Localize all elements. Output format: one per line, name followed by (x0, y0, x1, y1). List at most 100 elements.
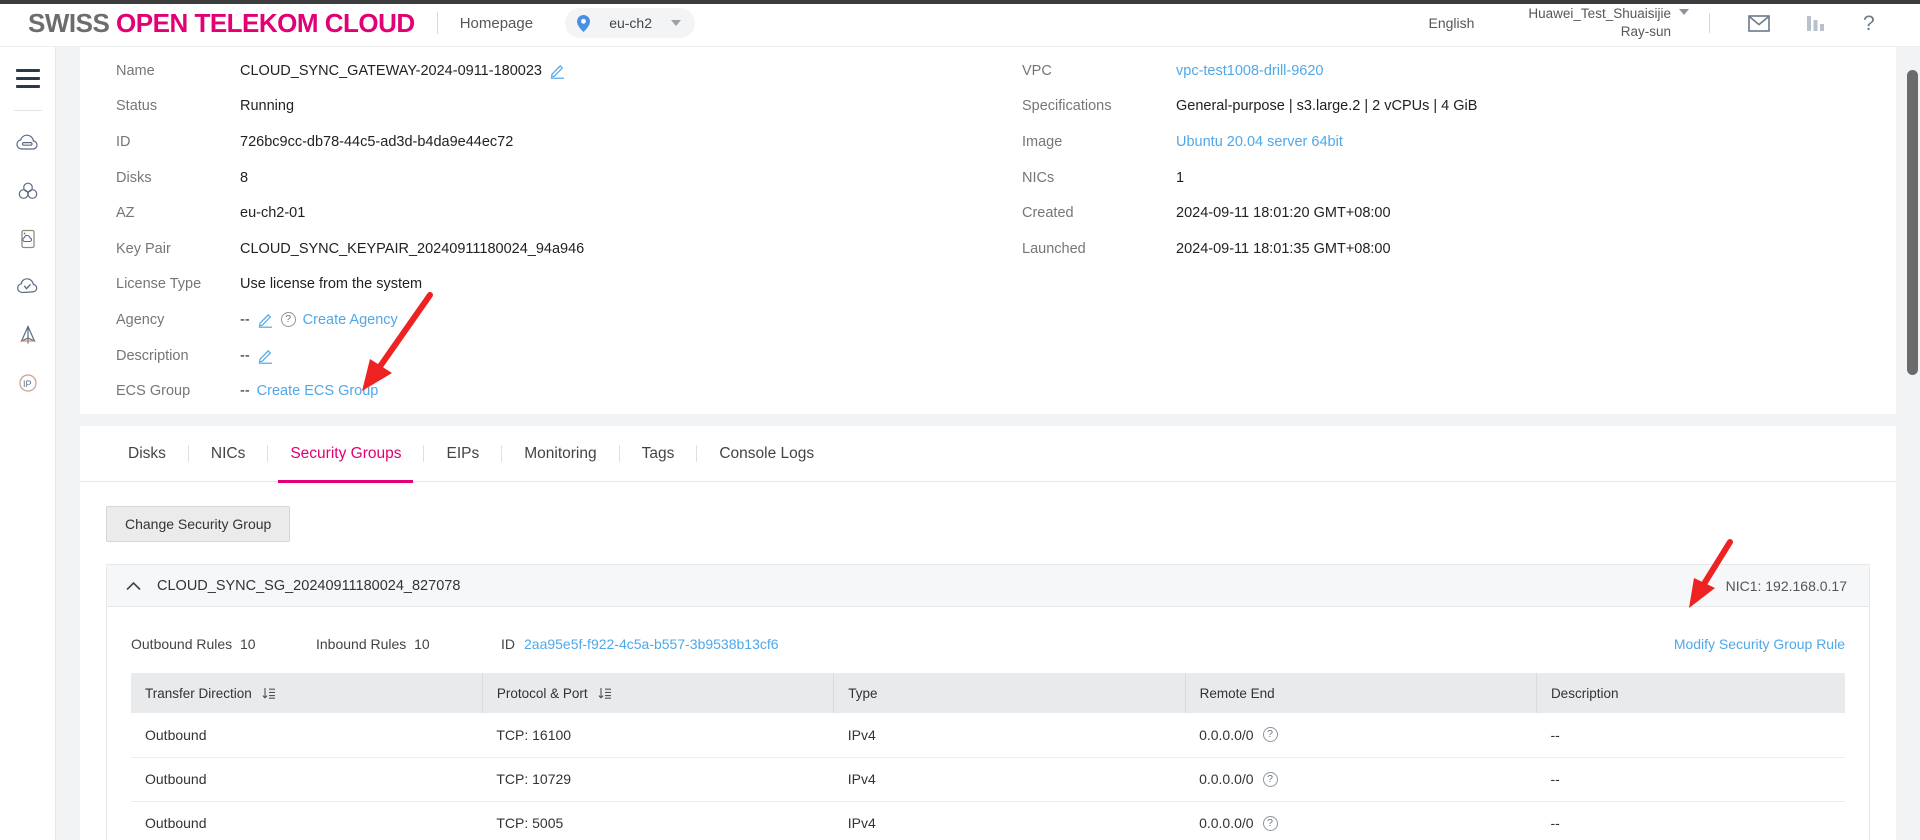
detail-value-text: General-purpose | s3.large.2 | 2 vCPUs |… (1176, 98, 1478, 115)
detail-label: ID (116, 133, 131, 150)
cell-protocol: TCP: 5005 (482, 801, 834, 840)
column-header-label: Transfer Direction (145, 685, 252, 701)
chevron-down-icon (671, 20, 682, 26)
detail-row: NICs 1 (1016, 160, 1896, 196)
column-header-inner: Remote End (1200, 686, 1522, 701)
column-header-label: Protocol & Port (496, 685, 588, 701)
edit-pencil-icon[interactable] (257, 311, 274, 329)
table-row[interactable]: Outbound TCP: 10729 IPv4 0.0.0.0/0? -- (131, 757, 1845, 802)
column-header[interactable]: Protocol & Port (482, 673, 835, 713)
tab-console-logs[interactable]: Console Logs (697, 426, 836, 482)
detail-value-text: CLOUD_SYNC_GATEWAY-2024-0911-180023 (240, 62, 542, 79)
detail-value[interactable]: Ubuntu 20.04 server 64bit (1176, 134, 1343, 150)
vertical-scrollbar-track[interactable] (1905, 47, 1920, 840)
security-group-meta: Outbound Rules 10 Inbound Rules 10 ID 2aa… (131, 627, 1845, 661)
cell-description: -- (1536, 713, 1845, 758)
sort-icon[interactable] (262, 687, 276, 700)
bar-chart-icon[interactable] (1806, 15, 1826, 32)
table-body: Outbound TCP: 16100 IPv4 0.0.0.0/0? -- Outbou… (131, 713, 1845, 840)
detail-value-link[interactable]: vpc-test1008-drill-9620 (1176, 63, 1324, 79)
column-header: Type (833, 673, 1186, 713)
outbound-rules-label: Outbound Rules (131, 636, 233, 652)
cell-direction: Outbound (131, 801, 483, 840)
cloud-server-icon[interactable] (6, 119, 50, 167)
cloud-cluster-icon[interactable] (6, 167, 50, 215)
help-question-icon[interactable]: ? (1862, 12, 1878, 34)
detail-value-link[interactable]: Ubuntu 20.04 server 64bit (1176, 134, 1343, 150)
account-menu[interactable]: Huawei_Test_Shuaisijie Ray-sun (1528, 5, 1689, 41)
detail-label: Image (1022, 133, 1063, 150)
hamburger-line (15, 69, 40, 72)
region-selector[interactable]: eu-ch2 (565, 8, 696, 38)
hamburger-line (15, 77, 40, 80)
detail-value-text: 726bc9cc-db78-44c5-ad3d-b4da9e44ec72 (240, 133, 514, 150)
detail-action-link[interactable]: Create Agency (303, 312, 398, 328)
detail-value-text: CLOUD_SYNC_KEYPAIR_20240911180024_94a946 (240, 240, 585, 257)
detail-value: -- Create ECS Group (240, 383, 378, 399)
hamburger-line (15, 85, 40, 88)
detail-value: 2024-09-11 18:01:35 GMT+08:00 (1176, 241, 1391, 257)
detail-action-link[interactable]: Create ECS Group (257, 383, 379, 399)
mail-icon[interactable] (1748, 14, 1770, 32)
detail-value: CLOUD_SYNC_GATEWAY-2024-0911-180023 (240, 62, 566, 80)
remote-end-wrap: 0.0.0.0/0? (1199, 771, 1522, 787)
cell-direction: Outbound (131, 713, 483, 758)
column-header: Description (1536, 673, 1845, 713)
instance-detail-card: Name CLOUD_SYNC_GATEWAY-2024-0911-180023 S… (80, 47, 1896, 414)
language-selector[interactable]: English (1428, 15, 1474, 31)
edit-pencil-icon[interactable] (257, 347, 274, 364)
tab-tags[interactable]: Tags (620, 426, 697, 482)
window-top-strip (0, 0, 1920, 4)
detail-label: Description (116, 347, 189, 364)
chevron-up-icon[interactable] (125, 578, 141, 594)
table-header-row: Transfer Direction Protocol & Port Type Rem… (131, 673, 1845, 713)
detail-label: Disks (116, 169, 152, 186)
cloud-network-icon[interactable] (6, 311, 50, 359)
cell-remote: 0.0.0.0/0? (1185, 713, 1537, 758)
column-header[interactable]: Transfer Direction (131, 673, 483, 713)
elastic-ip-icon[interactable]: IP (6, 359, 50, 407)
cloud-storage-icon[interactable] (6, 215, 50, 263)
edit-pencil-icon[interactable] (549, 62, 566, 80)
nic-label: NIC1: 192.168.0.17 (1725, 577, 1847, 594)
page-scroll-area: Name CLOUD_SYNC_GATEWAY-2024-0911-180023 S… (56, 47, 1920, 840)
detail-value[interactable]: vpc-test1008-drill-9620 (1176, 63, 1324, 79)
change-security-group-button[interactable]: Change Security Group (106, 506, 291, 542)
table-row[interactable]: Outbound TCP: 16100 IPv4 0.0.0.0/0? -- (131, 713, 1845, 758)
cell-direction: Outbound (131, 757, 483, 802)
detail-row: Created 2024-09-11 18:01:20 GMT+08:00 (1016, 195, 1896, 231)
tab-bar: Disks NICs Security Groups EIPs Monitoring Ta… (80, 426, 1896, 483)
vertical-scrollbar-thumb[interactable] (1907, 70, 1918, 375)
help-question-icon[interactable]: ? (280, 312, 296, 328)
security-group-header[interactable]: CLOUD_SYNC_SG_20240911180024_827078 NIC1… (107, 565, 1869, 607)
detail-value-text: eu-ch2-01 (240, 205, 306, 222)
detail-value: 2024-09-11 18:01:20 GMT+08:00 (1176, 205, 1391, 221)
table-row[interactable]: Outbound TCP: 5005 IPv4 0.0.0.0/0? -- (131, 801, 1845, 840)
region-name: eu-ch2 (609, 15, 652, 31)
help-question-icon[interactable]: ? (1262, 815, 1278, 831)
cell-description: -- (1536, 801, 1845, 840)
help-question-icon[interactable]: ? (1262, 727, 1278, 743)
cell-protocol: TCP: 16100 (482, 713, 834, 758)
modify-security-group-rule-link[interactable]: Modify Security Group Rule (1674, 636, 1845, 652)
detail-row: ECS Group -- Create ECS Group (80, 373, 988, 409)
tab-monitoring[interactable]: Monitoring (502, 426, 618, 482)
tab-security-groups[interactable]: Security Groups (268, 426, 423, 483)
help-question-icon[interactable]: ? (1262, 771, 1278, 787)
tab-eips[interactable]: EIPs (424, 426, 501, 482)
tab-nics[interactable]: NICs (189, 426, 267, 482)
sort-icon[interactable] (598, 687, 612, 700)
account-name-line2: Ray-sun (1620, 24, 1671, 39)
detail-grid: Name CLOUD_SYNC_GATEWAY-2024-0911-180023 S… (80, 47, 1896, 409)
detail-row: Status Running (80, 89, 988, 125)
hamburger-menu-icon[interactable] (15, 69, 40, 93)
remote-end-wrap: 0.0.0.0/0? (1199, 815, 1522, 831)
homepage-link[interactable]: Homepage (460, 15, 533, 32)
tab-disks[interactable]: Disks (106, 426, 188, 482)
security-group-id-value[interactable]: 2aa95e5f-f922-4c5a-b557-3b9538b13cf6 (524, 636, 779, 652)
brand-logo[interactable]: SWISS OPEN TELEKOM CLOUD (28, 8, 415, 39)
cloud-check-icon[interactable] (6, 263, 50, 311)
detail-label: Name (116, 62, 155, 79)
account-name-line1: Huawei_Test_Shuaisijie (1528, 5, 1671, 21)
column-header-label: Description (1550, 685, 1619, 701)
